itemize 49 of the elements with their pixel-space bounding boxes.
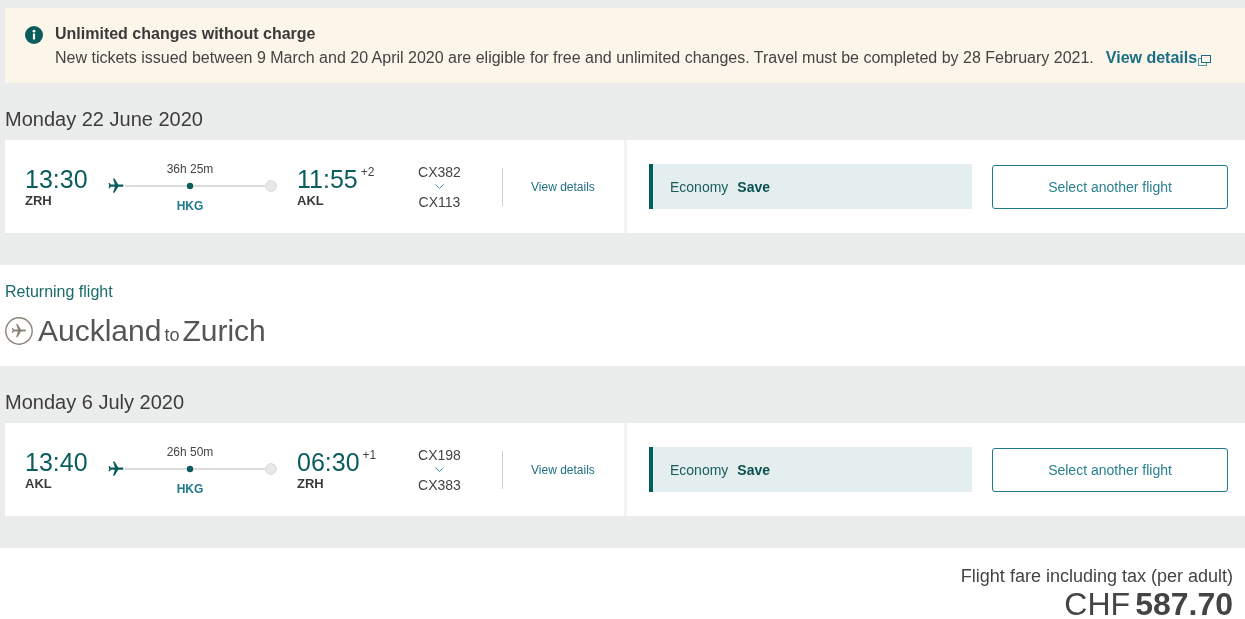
flight-duration: 26h 50m <box>166 444 214 459</box>
flight-duration: 36h 25m <box>166 161 214 176</box>
day-offset-label: +1 <box>362 447 377 462</box>
view-details-link[interactable]: View details <box>531 178 595 195</box>
plane-icon <box>107 176 125 195</box>
cabin-class: Economy <box>670 461 729 478</box>
stopover-airport: HKG <box>176 197 204 214</box>
view-details-link[interactable]: View details <box>531 461 595 478</box>
plane-in-circle-icon <box>5 317 33 345</box>
notice-title: Unlimited changes without charge <box>55 24 317 44</box>
date-heading: Monday 22 June 2020 <box>4 107 204 132</box>
departure-time: 13:30 <box>25 164 89 193</box>
returning-flight-label: Returning flight <box>5 282 114 302</box>
flight-number: CX382 <box>418 163 461 180</box>
currency-code: CHF <box>1064 588 1131 619</box>
stop-dot-icon <box>186 465 194 472</box>
flight-number: CX113 <box>418 193 461 210</box>
fare-amount: 587.70 <box>1135 588 1233 619</box>
fare-type: Save <box>737 461 771 478</box>
departure-time: 13:40 <box>25 447 89 476</box>
arrival-airport: ZRH <box>297 475 325 492</box>
origin-city: Auckland <box>38 313 162 349</box>
notice-text: New tickets issued between 9 March and 20 April 2020 are eligible for free and unlimited changes. Travel must be completed by 28 February 2021. <box>55 48 1094 68</box>
stop-dot-icon <box>186 182 194 189</box>
day-offset-label: +2 <box>360 164 375 179</box>
flight-number: CX198 <box>418 446 461 463</box>
cabin-class: Economy <box>670 178 729 195</box>
select-another-flight-button[interactable]: Select another flight <box>992 164 1228 209</box>
fare-label: Flight fare including tax (per adult) <box>960 566 1233 586</box>
arrival-time: 06:30 <box>297 447 360 476</box>
departure-airport: ZRH <box>25 192 53 209</box>
chevron-down-icon <box>435 466 444 472</box>
view-details-link[interactable]: View details <box>1105 48 1212 68</box>
stopover-airport: HKG <box>176 480 204 497</box>
arrival-time: 11:55 <box>297 164 358 193</box>
departure-airport: AKL <box>25 475 53 492</box>
info-icon <box>25 26 43 44</box>
destination-city: Zurich <box>182 313 266 349</box>
date-heading: Monday 6 July 2020 <box>4 390 185 415</box>
fare-type: Save <box>737 178 771 195</box>
external-link-icon <box>1198 55 1212 66</box>
select-another-flight-button[interactable]: Select another flight <box>992 447 1228 492</box>
arrival-point-icon <box>265 179 277 192</box>
route-connector: to <box>164 325 180 345</box>
plane-icon <box>107 459 125 478</box>
flight-number: CX383 <box>418 476 461 493</box>
arrival-airport: AKL <box>297 192 325 209</box>
arrival-point-icon <box>265 462 277 475</box>
chevron-down-icon <box>435 183 444 189</box>
